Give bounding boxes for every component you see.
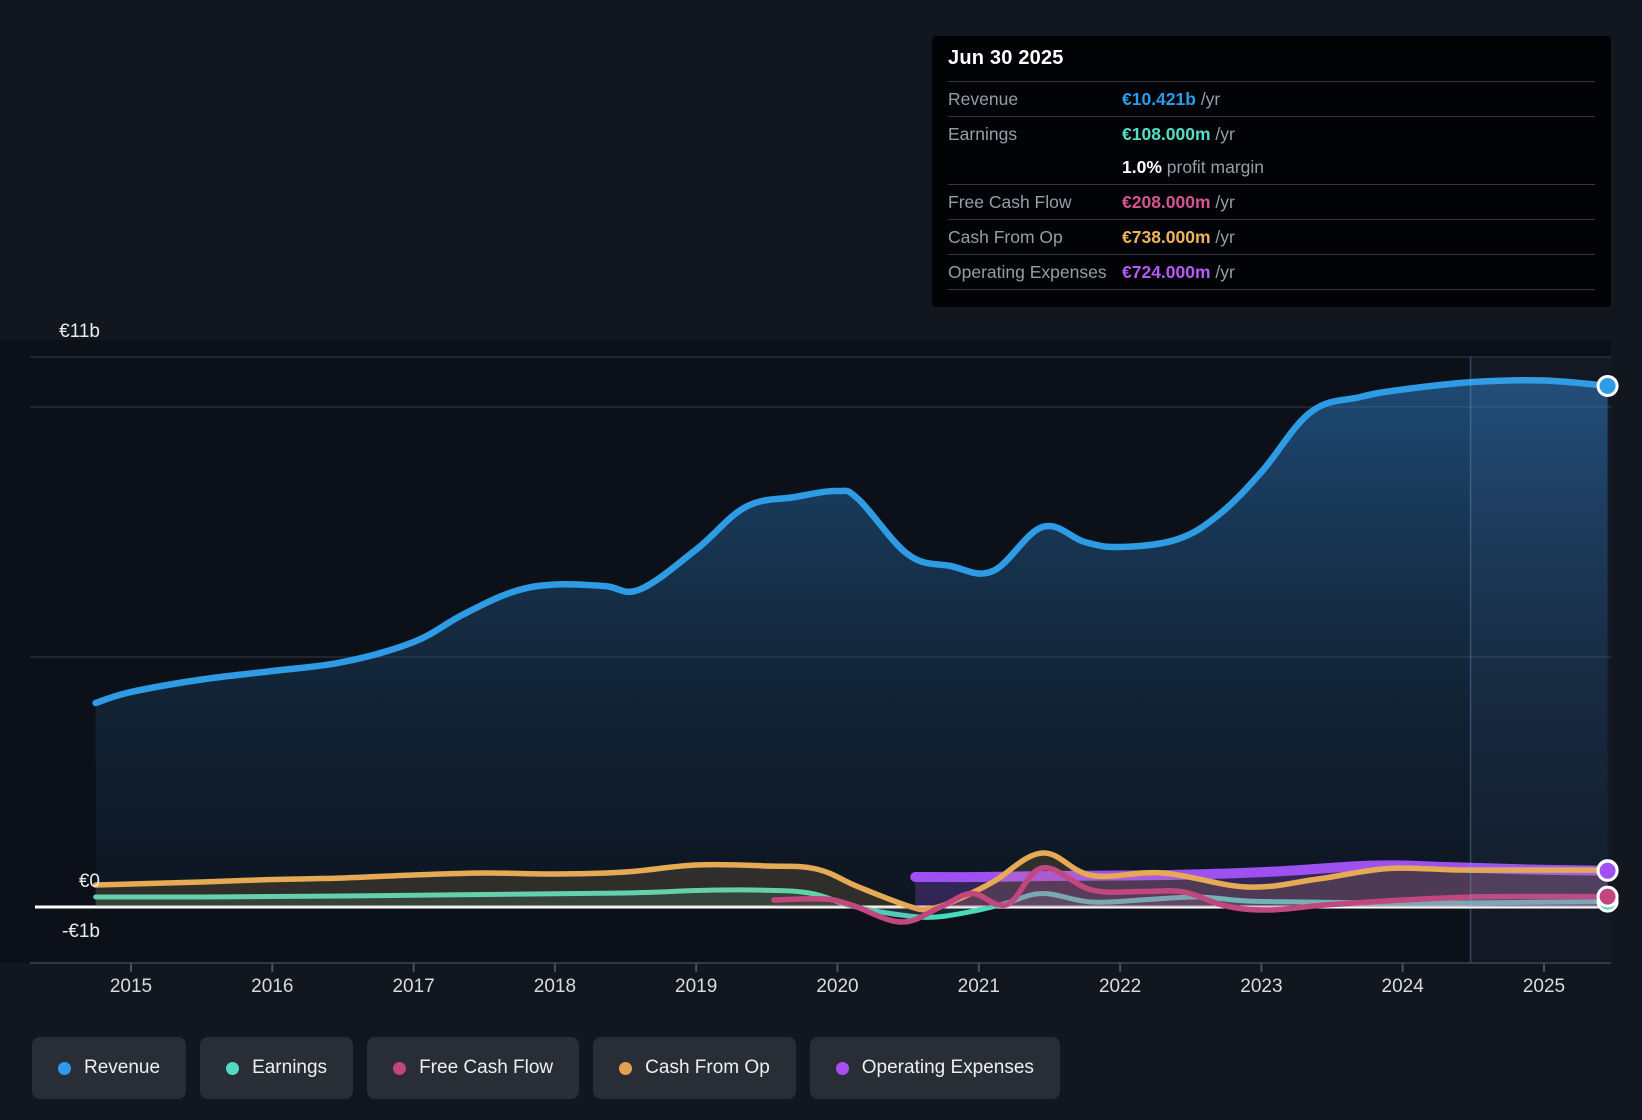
x-axis-label-2016: 2016 — [251, 976, 294, 997]
x-axis-label-2017: 2017 — [392, 976, 435, 997]
legend-label: Free Cash Flow — [419, 1057, 554, 1078]
legend-label: Revenue — [84, 1057, 161, 1078]
tooltip-row-unit: /yr — [1210, 191, 1235, 212]
x-axis-label-2022: 2022 — [1098, 976, 1142, 997]
y-axis-label-11b: €11b — [59, 321, 100, 342]
tooltip-row-label: Cash From Op — [948, 226, 1063, 247]
y-axis-label-1b: -€1b — [61, 921, 100, 942]
tooltip-bottom-divider — [948, 289, 1595, 290]
tooltip-row-value: €724.000m /yr — [1122, 261, 1235, 282]
legend-item-free-cash-flow[interactable]: Free Cash Flow — [367, 1037, 580, 1099]
legend-dot-icon — [58, 1061, 71, 1075]
x-axis-label-2019: 2019 — [675, 976, 718, 997]
legend-item-earnings[interactable]: Earnings — [200, 1037, 354, 1099]
operating-expenses-endpoint-marker[interactable] — [1596, 859, 1619, 882]
x-axis-label-2018: 2018 — [533, 976, 577, 997]
tooltip-row-earnings: Earnings €108.000m /yr — [948, 116, 1595, 151]
tooltip-row-operating-expenses: Operating Expenses €724.000m /yr — [948, 254, 1595, 289]
tooltip-date: Jun 30 2025 — [948, 47, 1064, 69]
tooltip-row-label: Operating Expenses — [948, 261, 1107, 282]
tooltip-row-label: Free Cash Flow — [948, 191, 1072, 212]
legend-dot-icon — [619, 1061, 633, 1075]
tooltip-panel: Jun 30 2025 Revenue €10.421b /yr Earnings €… — [932, 36, 1611, 307]
profit-margin-text: profit margin — [1161, 157, 1265, 177]
tooltip-row-unit: /yr — [1210, 226, 1235, 247]
y-axis-label-0: €0 — [78, 871, 100, 892]
profit-margin-value: 1.0% — [1122, 157, 1162, 177]
legend: Revenue Earnings Free Cash Flow Cash From O… — [32, 1037, 1060, 1099]
tooltip-row-revenue: Revenue €10.421b /yr — [948, 81, 1595, 116]
tooltip-row-label: Earnings — [948, 123, 1018, 144]
x-axis-label-2025: 2025 — [1522, 976, 1566, 997]
earnings-revenue-history-chart[interactable]: €11b €0 -€1b 2015 2016 2017 2018 2019 2020 2021 2… — [0, 0, 1642, 1120]
free-cash-flow-endpoint-marker[interactable] — [1596, 885, 1619, 908]
x-axis-label-2024: 2024 — [1381, 976, 1424, 997]
tooltip-row-free-cash-flow: Free Cash Flow €208.000m /yr — [948, 184, 1595, 219]
tooltip-row-value: €208.000m /yr — [1122, 191, 1235, 212]
x-axis-label-2020: 2020 — [816, 976, 859, 997]
tooltip-row-cash-from-op: Cash From Op €738.000m /yr — [948, 219, 1595, 254]
forecast-band — [1470, 357, 1611, 963]
legend-dot-icon — [393, 1061, 407, 1075]
legend-dot-icon — [226, 1061, 240, 1075]
legend-item-cash-from-op[interactable]: Cash From Op — [593, 1037, 796, 1099]
tooltip-row-unit: /yr — [1210, 261, 1235, 282]
tooltip-row-label: Revenue — [948, 88, 1019, 109]
tooltip-row-unit: /yr — [1195, 88, 1221, 109]
legend-label: Cash From Op — [645, 1057, 770, 1078]
x-axis-label-2021: 2021 — [957, 976, 1000, 997]
tooltip-row-value: €738.000m /yr — [1122, 226, 1235, 247]
tooltip-row-unit: /yr — [1210, 123, 1235, 144]
legend-item-operating-expenses[interactable]: Operating Expenses — [809, 1037, 1060, 1099]
tooltip-profit-margin-row: 1.0% profit margin — [948, 151, 1595, 184]
x-axis-label-2015: 2015 — [109, 976, 153, 997]
x-axis-label-2023: 2023 — [1240, 976, 1283, 997]
legend-label: Operating Expenses — [861, 1057, 1034, 1078]
legend-label: Earnings — [252, 1057, 328, 1078]
tooltip-row-value: €108.000m /yr — [1122, 123, 1235, 144]
legend-dot-icon — [835, 1061, 849, 1075]
revenue-endpoint-marker[interactable] — [1596, 374, 1619, 397]
legend-item-revenue[interactable]: Revenue — [32, 1037, 187, 1099]
tooltip-row-value: €10.421b /yr — [1122, 88, 1221, 109]
